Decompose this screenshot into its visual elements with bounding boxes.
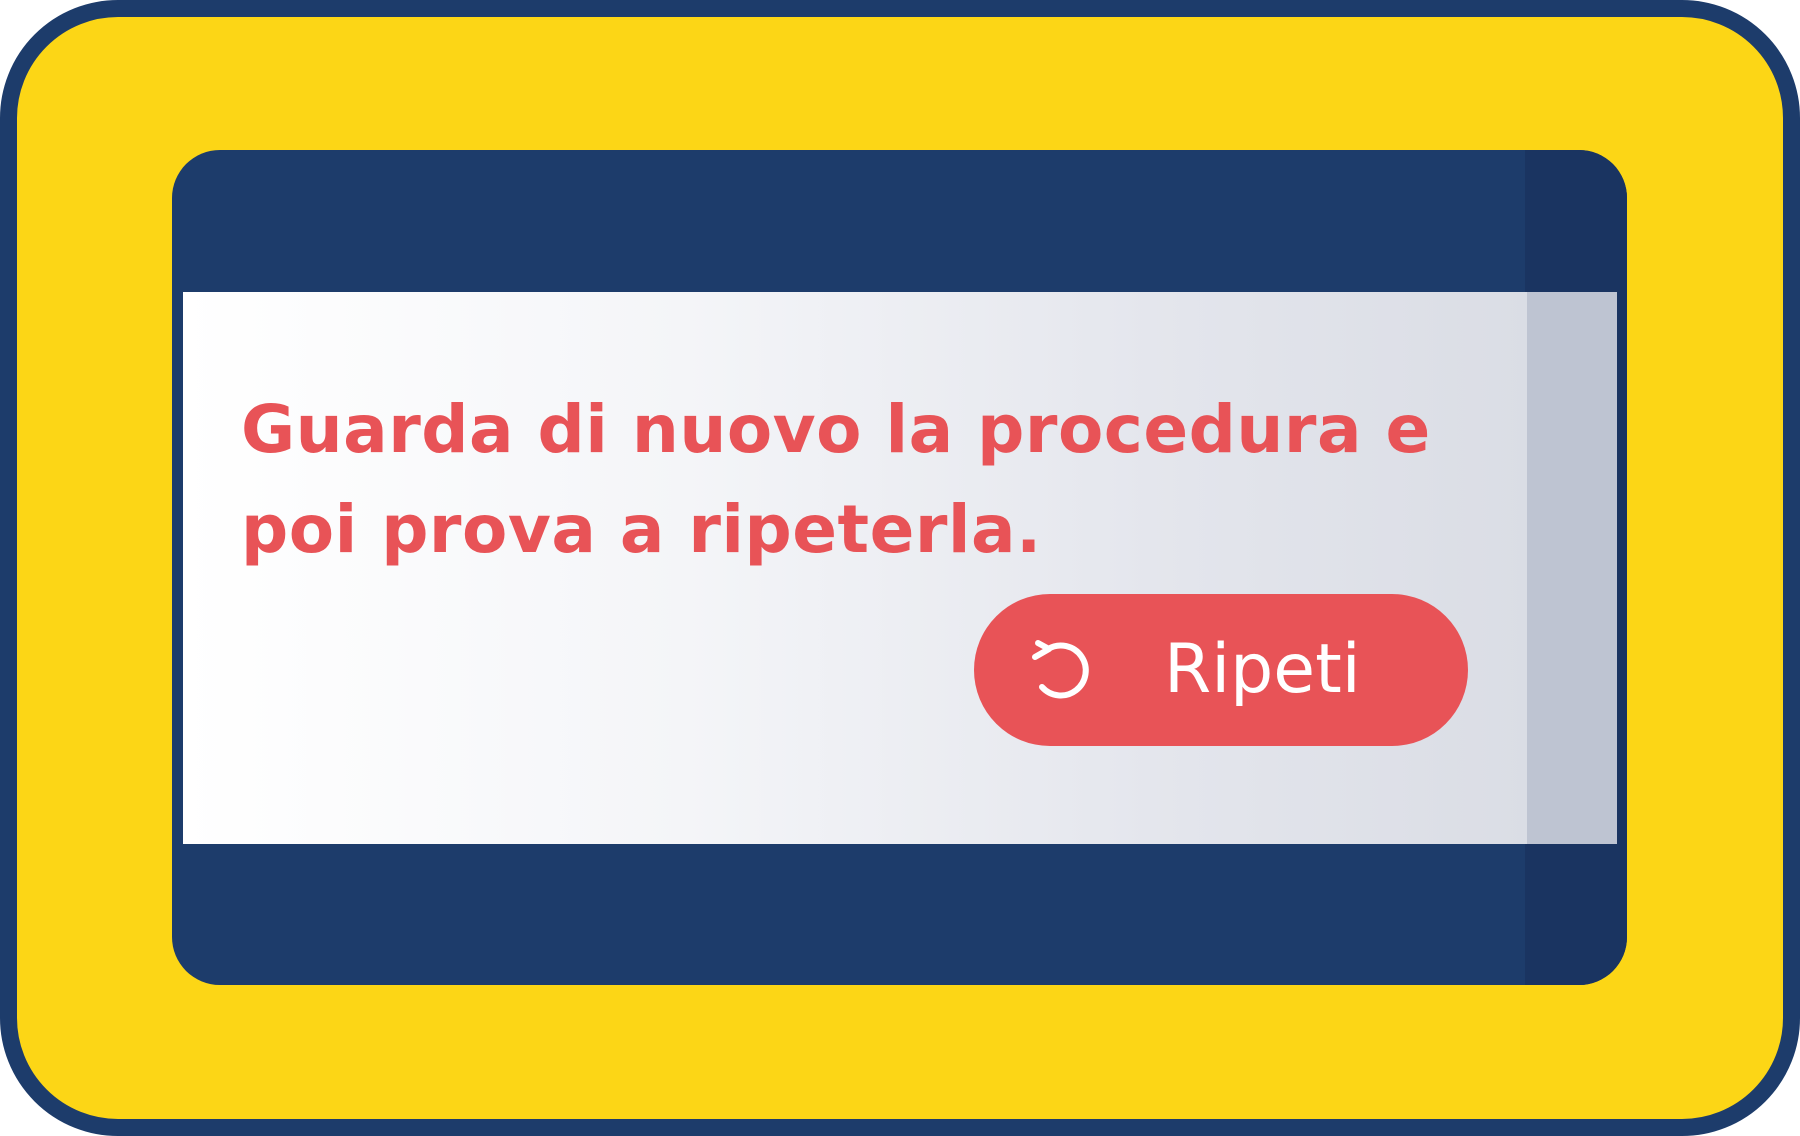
message-area: Guarda di nuovo la procedura e poi prova… — [183, 292, 1617, 844]
feedback-message: Guarda di nuovo la procedura e poi prova… — [241, 391, 1431, 568]
side-strip — [1527, 292, 1617, 844]
retry-button-label: Ripeti — [1164, 630, 1361, 709]
retry-icon — [1032, 640, 1089, 699]
retry-button[interactable]: Ripeti — [974, 594, 1468, 746]
